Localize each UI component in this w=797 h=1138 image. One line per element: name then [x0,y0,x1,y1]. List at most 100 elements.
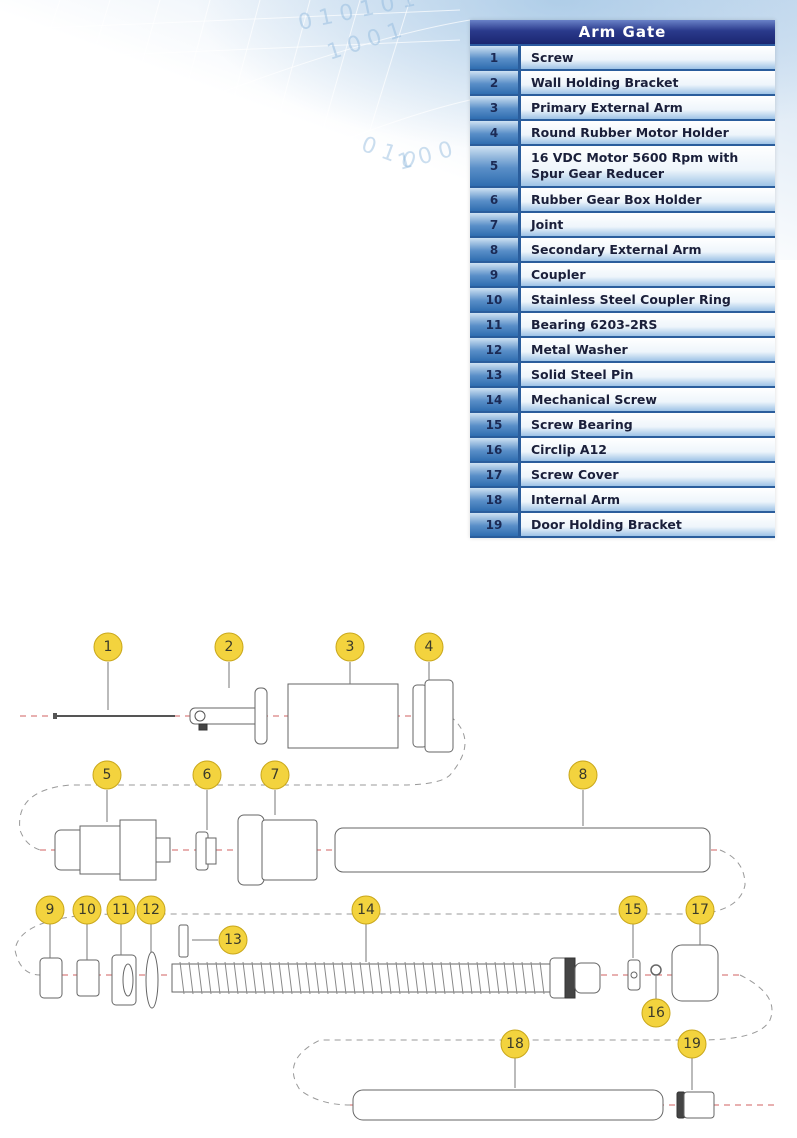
table-row: 17 Screw Cover [470,463,775,488]
part-number: 7 [470,213,521,236]
table-row: 3 Primary External Arm [470,96,775,121]
part-number: 6 [470,188,521,211]
callout-number: 2 [225,639,234,655]
table-row: 13 Solid Steel Pin [470,363,775,388]
part-coupler [39,957,63,999]
part-number: 9 [470,263,521,286]
part-number: 11 [470,313,521,336]
callout-15: 15 [618,895,648,925]
table-row: 18 Internal Arm [470,488,775,513]
part-name: Secondary External Arm [521,238,775,261]
callout-number: 6 [203,767,212,783]
callout-17: 17 [685,895,715,925]
parts-table: Arm Gate 1 Screw 2 Wall Holding Bracket 3 Pri… [470,20,775,538]
callout-number: 3 [346,639,355,655]
part-number: 5 [470,146,521,186]
callout-8: 8 [568,760,598,790]
callout-number: 16 [647,1005,665,1021]
part-motor [54,819,171,881]
callout-number: 17 [691,902,709,918]
table-row: 11 Bearing 6203-2RS [470,313,775,338]
part-number: 4 [470,121,521,144]
table-row: 19 Door Holding Bracket [470,513,775,538]
callout-number: 8 [579,767,588,783]
callout-number: 15 [624,902,642,918]
table-row: 10 Stainless Steel Coupler Ring [470,288,775,313]
part-name: Joint [521,213,775,236]
part-name: Stainless Steel Coupler Ring [521,288,775,311]
part-circlip [650,964,662,976]
part-name: Door Holding Bracket [521,513,775,536]
part-bearing [111,954,137,1006]
callout-number: 11 [112,902,130,918]
table-row: 1 Screw [470,46,775,71]
part-name: Coupler [521,263,775,286]
part-number: 14 [470,388,521,411]
svg-text:1 0 0: 1 0 0 [395,137,456,176]
exploded-diagram: 1 2 3 4 5 6 7 8 9 10 11 12 13 14 15 16 17 18 19 [0,600,797,1134]
part-number: 1 [470,46,521,69]
part-secondary-external-arm [334,827,711,873]
callout-1: 1 [93,632,123,662]
callout-11: 11 [106,895,136,925]
callout-5: 5 [92,760,122,790]
callout-18: 18 [500,1029,530,1059]
part-wall-bracket [189,687,268,745]
part-coupler-ring [76,959,100,997]
part-joint [237,814,318,886]
part-name: Primary External Arm [521,96,775,119]
callout-3: 3 [335,632,365,662]
table-row: 7 Joint [470,213,775,238]
part-screw-cover [671,944,719,1002]
part-name: Circlip A12 [521,438,775,461]
callout-number: 19 [683,1036,701,1052]
part-name: Mechanical Screw [521,388,775,411]
table-row: 4 Round Rubber Motor Holder [470,121,775,146]
part-motor-holder [412,679,454,753]
part-name: Solid Steel Pin [521,363,775,386]
part-number: 18 [470,488,521,511]
part-screw-bearing [627,959,641,991]
part-name: Screw Bearing [521,413,775,436]
part-number: 2 [470,71,521,94]
part-name: Metal Washer [521,338,775,361]
table-row: 9 Coupler [470,263,775,288]
callout-6: 6 [192,760,222,790]
part-primary-external-arm [287,683,399,749]
callout-number: 14 [357,902,375,918]
callout-number: 5 [103,767,112,783]
callout-19: 19 [677,1029,707,1059]
part-number: 12 [470,338,521,361]
callout-4: 4 [414,632,444,662]
part-steel-pin [178,924,189,958]
part-number: 3 [470,96,521,119]
part-number: 8 [470,238,521,261]
callout-number: 1 [104,639,113,655]
callout-14: 14 [351,895,381,925]
part-screw [53,713,175,719]
part-gear-box-holder [195,831,217,871]
part-number: 17 [470,463,521,486]
table-row: 5 16 VDC Motor 5600 Rpm with Spur Gear Re… [470,146,775,188]
callout-7: 7 [260,760,290,790]
part-name: Bearing 6203-2RS [521,313,775,336]
part-name: 16 VDC Motor 5600 Rpm with Spur Gear Red… [521,146,775,186]
part-number: 10 [470,288,521,311]
callout-number: 18 [506,1036,524,1052]
callout-number: 7 [271,767,280,783]
part-name: Rubber Gear Box Holder [521,188,775,211]
part-name: Screw Cover [521,463,775,486]
callout-number: 12 [142,902,160,918]
table-row: 2 Wall Holding Bracket [470,71,775,96]
callout-number: 9 [46,902,55,918]
table-row: 12 Metal Washer [470,338,775,363]
callout-9: 9 [35,895,65,925]
part-name: Round Rubber Motor Holder [521,121,775,144]
part-name: Wall Holding Bracket [521,71,775,94]
callout-number: 4 [425,639,434,655]
part-number: 19 [470,513,521,536]
table-row: 15 Screw Bearing [470,413,775,438]
part-name: Screw [521,46,775,69]
callout-number: 10 [78,902,96,918]
callout-10: 10 [72,895,102,925]
